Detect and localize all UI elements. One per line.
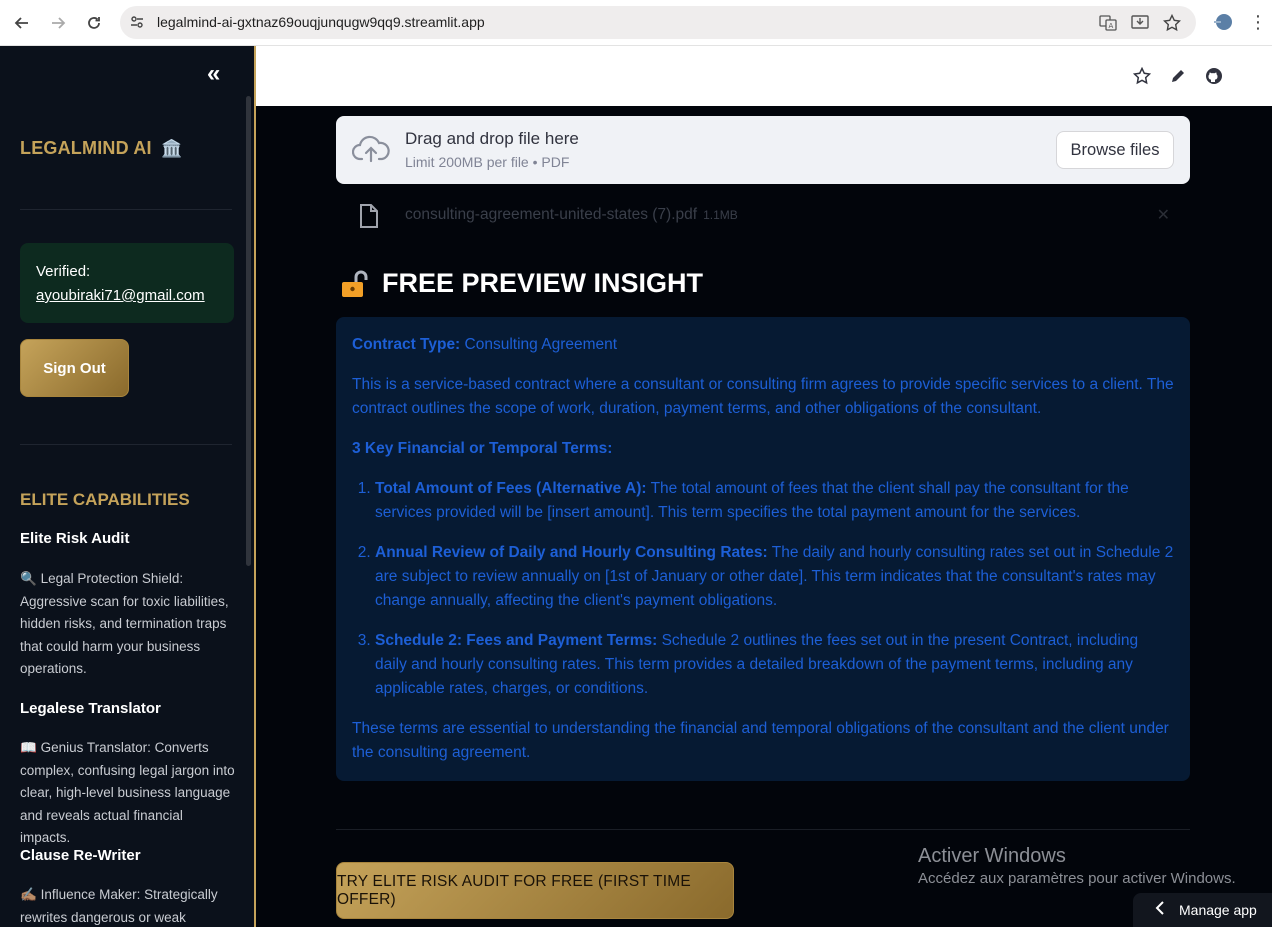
capability-name: Elite Risk Audit <box>20 530 130 547</box>
preview-title: FREE PREVIEW INSIGHT <box>382 268 704 298</box>
writing-hand-icon: ✍🏽 <box>20 887 37 902</box>
dropzone-limit: Limit 200MB per file • PDF <box>405 154 570 170</box>
contract-summary: This is a service-based contract where a… <box>352 376 1174 417</box>
bookmark-star-icon[interactable] <box>1162 13 1182 33</box>
verified-email[interactable]: ayoubiraki71@gmail.com <box>36 284 218 308</box>
reload-icon[interactable] <box>82 11 106 35</box>
term-title: Total Amount of Fees (Alternative A): <box>375 480 647 497</box>
app-header <box>256 46 1272 106</box>
capability-name: Legalese Translator <box>20 700 161 717</box>
forward-arrow-icon[interactable] <box>46 11 70 35</box>
key-terms-heading: 3 Key Financial or Temporal Terms: <box>352 440 613 457</box>
list-item: Total Amount of Fees (Alternative A): Th… <box>375 477 1174 525</box>
sidebar: « LEGALMIND AI 🏛️ Verified: ayoubiraki71… <box>0 46 254 927</box>
dropzone-title: Drag and drop file here <box>405 129 579 148</box>
url-text[interactable]: legalmind-ai-gxtnaz69ouqjunqugw9qq9.stre… <box>157 14 485 30</box>
bank-building-icon: 🏛️ <box>160 139 183 158</box>
windows-activation-watermark: Activer Windows Accédez aux paramètres p… <box>918 845 1236 887</box>
try-elite-audit-button[interactable]: TRY ELITE RISK AUDIT FOR FREE (FIRST TIM… <box>336 862 734 919</box>
collapse-sidebar-icon[interactable]: « <box>207 62 229 86</box>
contract-type: Contract Type: Consulting Agreement <box>352 333 1174 357</box>
key-terms-list: Total Amount of Fees (Alternative A): Th… <box>375 477 1174 701</box>
magnifier-icon: 🔍 <box>20 571 37 586</box>
insight-box: Contract Type: Consulting Agreement This… <box>336 317 1190 781</box>
watermark-line1: Activer Windows <box>918 845 1066 867</box>
back-arrow-icon[interactable] <box>10 11 34 35</box>
verified-label: Verified: <box>36 263 91 280</box>
browser-toolbar: legalmind-ai-gxtnaz69ouqjunqugw9qq9.stre… <box>0 0 1272 46</box>
browse-files-button[interactable]: Browse files <box>1056 131 1174 169</box>
manage-app-label: Manage app <box>1179 902 1257 918</box>
star-icon[interactable] <box>1132 66 1152 86</box>
chevron-left-icon <box>1155 900 1165 920</box>
github-icon[interactable] <box>1204 66 1224 86</box>
capability-description-text: Influence Maker: Strategically rewrites … <box>20 887 218 925</box>
capabilities-title: ELITE CAPABILITIES <box>20 490 190 509</box>
preview-heading: FREE PREVIEW INSIGHT <box>340 268 703 299</box>
site-settings-icon[interactable] <box>129 14 145 30</box>
sidebar-divider <box>20 209 232 210</box>
capability-description: 🔍 Legal Protection Shield: Aggressive sc… <box>20 568 235 681</box>
watermark-line2: Accédez aux paramètres pour activer Wind… <box>918 870 1236 887</box>
manage-app-button[interactable]: Manage app <box>1133 893 1272 927</box>
browser-menu-icon[interactable]: ⋮ <box>1248 11 1268 33</box>
capability-description-text: Genius Translator: Converts complex, con… <box>20 740 235 845</box>
unlocked-padlock-icon <box>340 269 370 299</box>
file-dropzone[interactable]: Drag and drop file here Limit 200MB per … <box>336 116 1190 184</box>
term-title: Annual Review of Daily and Hourly Consul… <box>375 544 768 561</box>
open-book-icon: 📖 <box>20 740 37 755</box>
section-divider <box>336 829 1190 830</box>
capability-name: Clause Re-Writer <box>20 847 141 864</box>
sidebar-scrollbar[interactable] <box>246 96 251 566</box>
install-app-icon[interactable] <box>1130 13 1150 33</box>
capability-description: ✍🏽 Influence Maker: Strategically rewrit… <box>20 884 235 927</box>
file-document-icon <box>358 203 380 229</box>
file-size: 1.1MB <box>703 208 738 222</box>
profile-avatar-icon[interactable] <box>1211 11 1233 33</box>
app-brand: LEGALMIND AI 🏛️ <box>20 138 182 159</box>
translate-icon[interactable]: A <box>1098 13 1118 33</box>
svg-text:A: A <box>1109 22 1114 30</box>
edit-pencil-icon[interactable] <box>1168 66 1188 86</box>
remove-file-icon[interactable]: ✕ <box>1157 205 1170 225</box>
contract-type-label: Contract Type: <box>352 336 461 353</box>
contract-type-value: Consulting Agreement <box>464 336 618 353</box>
sign-out-button[interactable]: Sign Out <box>20 339 129 397</box>
capability-description-text: Legal Protection Shield: Aggressive scan… <box>20 571 229 676</box>
verified-box: Verified: ayoubiraki71@gmail.com <box>20 243 234 323</box>
uploaded-file: consulting-agreement-united-states (7).p… <box>336 196 1190 236</box>
conclusion: These terms are essential to understandi… <box>352 720 1169 761</box>
list-item: Schedule 2: Fees and Payment Terms: Sche… <box>375 629 1174 701</box>
file-name-text: consulting-agreement-united-states (7).p… <box>405 206 698 223</box>
list-item: Annual Review of Daily and Hourly Consul… <box>375 541 1174 613</box>
capability-description: 📖 Genius Translator: Converts complex, c… <box>20 737 235 850</box>
term-title: Schedule 2: Fees and Payment Terms: <box>375 632 658 649</box>
brand-title: LEGALMIND AI <box>20 138 152 158</box>
file-name: consulting-agreement-united-states (7).p… <box>405 206 738 224</box>
sidebar-divider <box>20 444 232 445</box>
cloud-upload-icon <box>351 134 390 164</box>
address-bar[interactable]: legalmind-ai-gxtnaz69ouqjunqugw9qq9.stre… <box>120 6 1196 39</box>
